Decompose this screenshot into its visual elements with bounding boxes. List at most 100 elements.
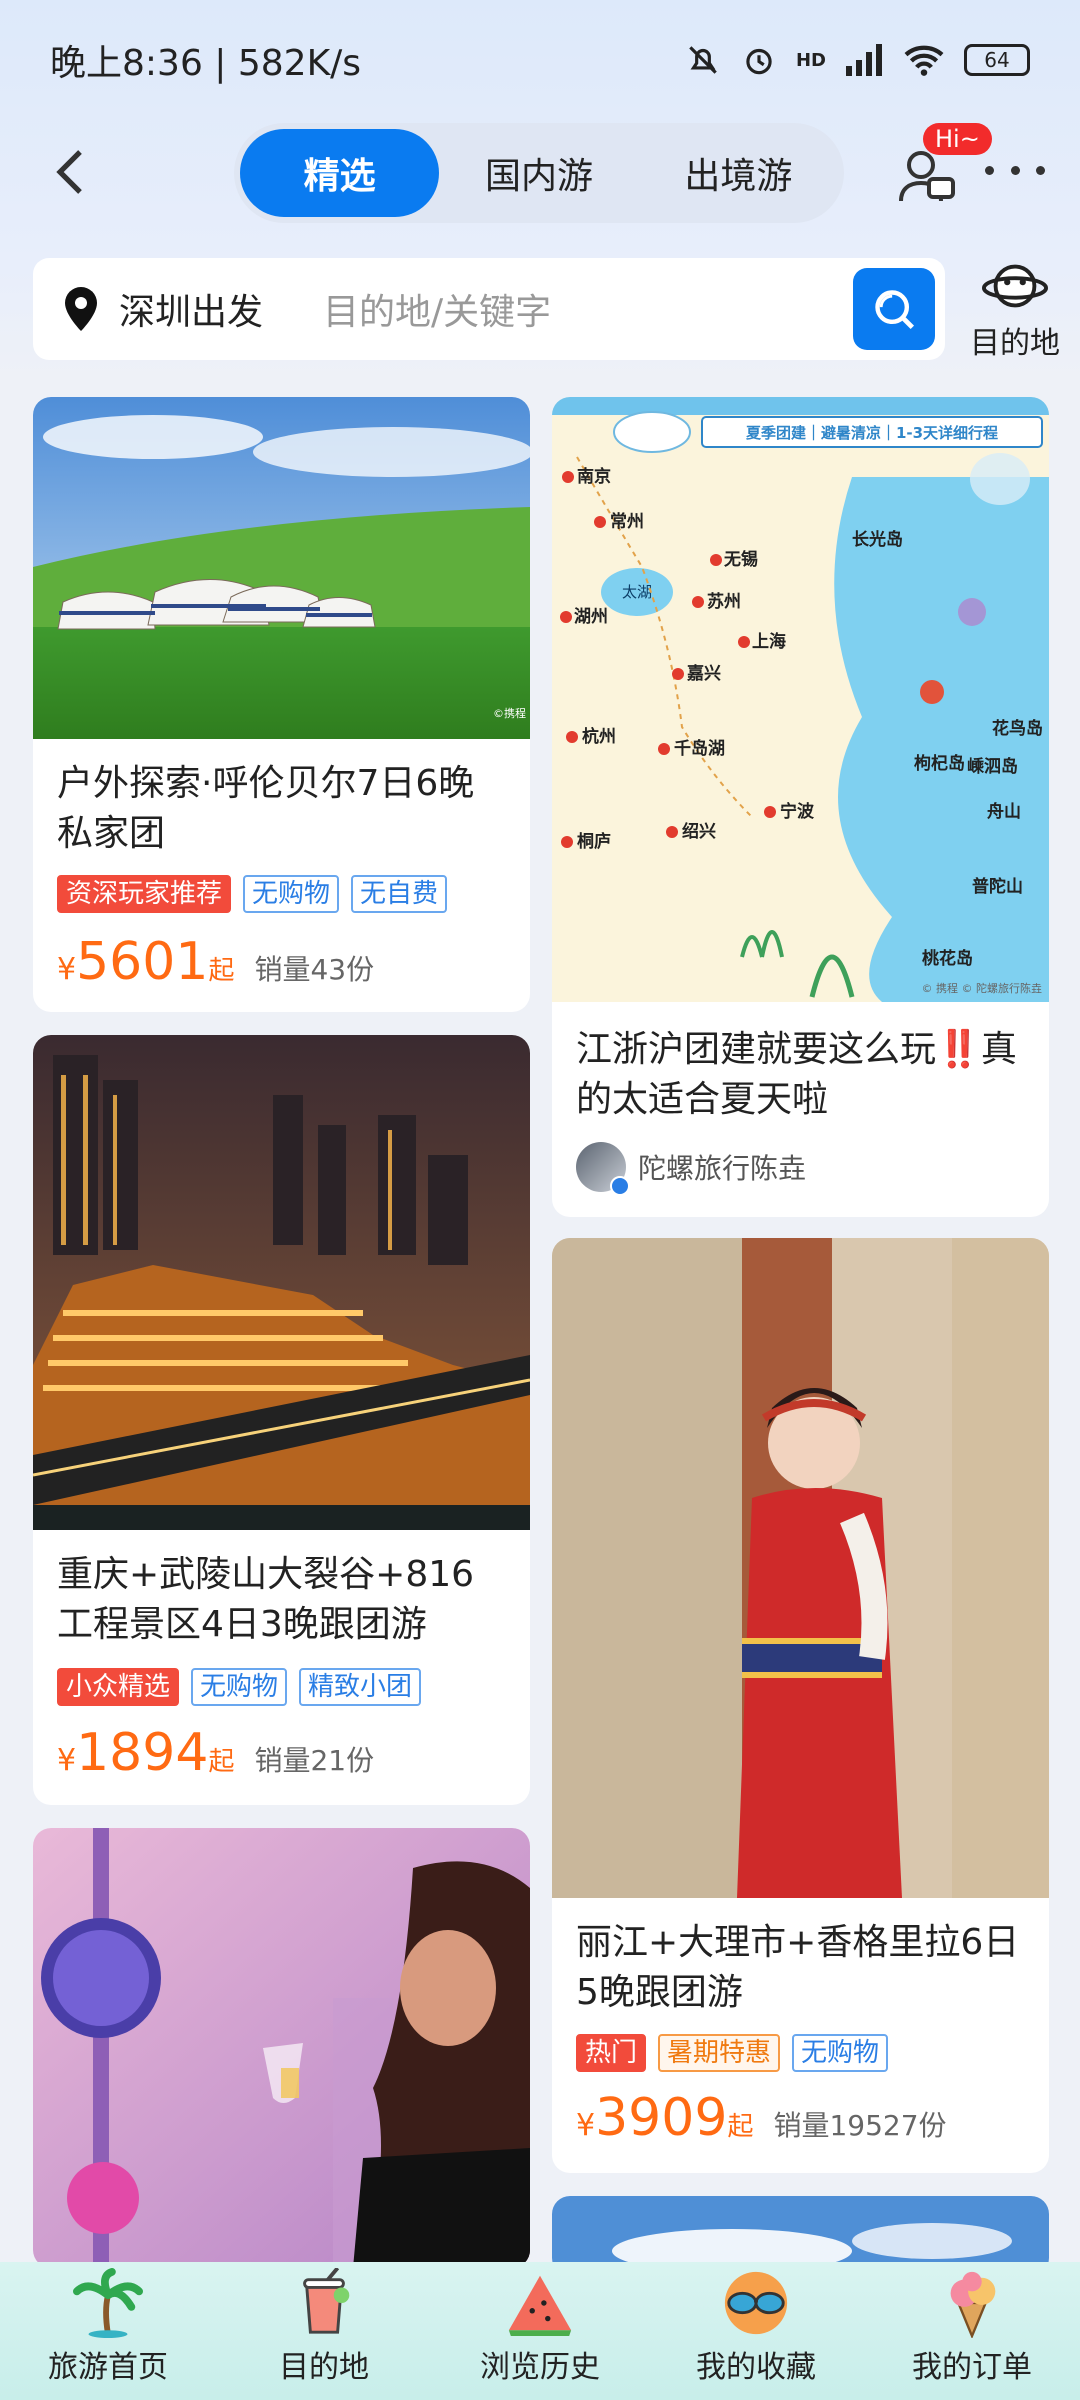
status-bar: 晚上8:36 | 582K/s HD 64	[0, 0, 1080, 120]
hi-badge: Hi~	[923, 123, 992, 155]
mute-bell-icon	[689, 46, 717, 74]
price-row: ¥ 3909 起 销量19527份	[576, 2088, 947, 2148]
guide-card-jiangzhehu[interactable]: 夏季团建｜避暑清凉｜1-3天详细行程 太湖 南京 常州 无锡 苏州 湖州 嘉兴 …	[552, 397, 1049, 1217]
product-card-hulunbuir[interactable]: ©携程 户外探索·呼伦贝尔7日6晚私家团 资深玩家推荐 无购物 无自费 ¥ 56…	[33, 397, 530, 1012]
price: 3909	[595, 2088, 728, 2148]
jiangzhehu-map-illustration: 夏季团建｜避暑清凉｜1-3天详细行程 太湖 南京 常州 无锡 苏州 湖州 嘉兴 …	[552, 397, 1049, 1002]
nav-label: 旅游首页	[48, 2350, 168, 2385]
alarm-icon	[746, 48, 772, 75]
battery-icon: 64	[964, 44, 1030, 76]
verified-icon	[610, 1176, 630, 1196]
status-icons: HD 64	[684, 41, 1030, 79]
tag-list: 热门 暑期特惠 无购物	[576, 2034, 889, 2072]
price-row: ¥ 5601 起 销量43份	[57, 932, 374, 992]
map-city: 枸杞岛	[914, 753, 965, 774]
product-card-shanghai[interactable]	[33, 1828, 530, 2268]
destination-button[interactable]: 目的地	[965, 258, 1065, 368]
nav-item-favorites[interactable]: 我的收藏	[656, 2268, 856, 2386]
status-time: 晚上8:36 | 582K/s	[50, 43, 362, 84]
search-input[interactable]: 目的地/关键字	[323, 283, 945, 335]
map-city: 上海	[752, 631, 786, 652]
tag: 资深玩家推荐	[57, 875, 232, 913]
shanghai-pearl-tower-photo	[33, 1828, 530, 2268]
more-options-button[interactable]	[985, 155, 1045, 185]
currency-symbol: ¥	[576, 2108, 596, 2143]
search-bar[interactable]: 深圳出发 目的地/关键字	[33, 258, 945, 360]
card-title: 重庆+武陵山大裂谷+816工程景区4日3晚跟团游	[57, 1554, 475, 1645]
price-row: ¥ 1894 起 销量21份	[57, 1723, 374, 1783]
tag: 无购物	[792, 2034, 889, 2072]
map-city: 普陀山	[972, 876, 1023, 897]
avatar	[576, 1142, 630, 1196]
map-city: 嵊泗岛	[967, 756, 1018, 777]
price-suffix: 起	[208, 1747, 235, 1777]
nav-item-orders[interactable]: 我的订单	[872, 2268, 1072, 2386]
chevron-left-icon	[56, 150, 82, 194]
map-city: 长光岛	[852, 529, 903, 550]
tag: 精致小团	[299, 1668, 422, 1706]
map-city: 宁波	[780, 801, 815, 822]
watermelon-icon	[508, 2275, 572, 2337]
map-city: 常州	[610, 511, 644, 532]
nav-item-destination[interactable]: 目的地	[224, 2268, 424, 2386]
drink-cup-icon	[303, 2268, 350, 2334]
nav-item-travel-home[interactable]: 旅游首页	[8, 2268, 208, 2386]
back-button[interactable]	[40, 142, 100, 202]
location-pin-icon	[65, 287, 97, 331]
signal-icon	[846, 44, 882, 76]
tag-list: 资深玩家推荐 无购物 无自费	[57, 875, 448, 913]
map-city: 嘉兴	[686, 663, 721, 684]
sales-count: 销量43份	[254, 953, 375, 986]
map-credit: © 携程 © 陀螺旅行陈垚	[922, 981, 1043, 995]
departure-city[interactable]: 深圳出发	[119, 283, 263, 335]
price: 5601	[76, 932, 209, 992]
tag: 无购物	[191, 1668, 288, 1706]
map-city: 杭州	[582, 726, 616, 747]
currency-symbol: ¥	[57, 1743, 77, 1778]
wifi-icon	[904, 45, 944, 76]
tag: 热门	[576, 2034, 647, 2072]
card-title: 江浙沪团建就要这么玩‼️真的太适合夏天啦	[576, 1029, 1017, 1120]
map-label: 太湖	[622, 583, 652, 601]
ice-cream-icon	[950, 2271, 996, 2338]
dot-icon	[1036, 165, 1045, 175]
destination-label: 目的地	[970, 326, 1060, 361]
tab-featured[interactable]: 精选	[240, 129, 440, 217]
planet-icon	[982, 264, 1048, 308]
nav-label: 我的订单	[912, 2350, 1032, 2385]
tab-domestic[interactable]: 国内游	[439, 129, 638, 217]
price: 1894	[76, 1723, 209, 1783]
tag: 小众精选	[57, 1668, 180, 1706]
tag: 无自费	[351, 875, 448, 913]
dot-icon	[1010, 165, 1020, 175]
category-tabs: 精选 国内游 出境游	[234, 123, 844, 223]
map-city: 苏州	[707, 591, 741, 612]
product-card-chongqing[interactable]: 重庆+武陵山大裂谷+816工程景区4日3晚跟团游 小众精选 无购物 精致小团 ¥…	[33, 1035, 530, 1805]
map-city: 湖州	[574, 607, 608, 627]
map-city: 无锡	[723, 549, 758, 570]
network-type: HD	[795, 49, 826, 71]
map-city: 花鸟岛	[992, 718, 1043, 739]
nav-item-history[interactable]: 浏览历史	[440, 2268, 640, 2386]
search-button[interactable]	[853, 268, 935, 350]
tag: 暑期特惠	[658, 2034, 781, 2072]
nav-label: 目的地	[279, 2350, 369, 2385]
map-city: 绍兴	[682, 821, 716, 842]
customer-service-button[interactable]: Hi~	[895, 123, 992, 215]
bottom-nav: 旅游首页 目的地 浏览历史 我的收藏 我的订单	[0, 2262, 1080, 2400]
nav-label: 浏览历史	[480, 2350, 600, 2385]
map-city: 桃花岛	[922, 948, 973, 969]
map-city: 桐庐	[577, 831, 611, 852]
price-suffix: 起	[208, 956, 235, 986]
sales-count: 销量19527份	[773, 2109, 947, 2142]
dot-icon	[985, 165, 994, 175]
yunnan-portrait-photo	[552, 1238, 1049, 1898]
card-title: 户外探索·呼伦贝尔7日6晚私家团	[57, 763, 475, 854]
palm-tree-icon	[73, 2268, 143, 2338]
top-nav: 精选 国内游 出境游 Hi~	[0, 120, 1080, 225]
nav-label: 我的收藏	[696, 2350, 816, 2385]
tab-outbound[interactable]: 出境游	[639, 129, 838, 217]
card-title: 丽江+大理市+香格里拉6日5晚跟团游	[576, 1922, 1020, 2013]
yurt-grassland-photo: ©携程	[33, 397, 530, 739]
product-card-lijiang[interactable]: 丽江+大理市+香格里拉6日5晚跟团游 热门 暑期特惠 无购物 ¥ 3909 起 …	[552, 1238, 1049, 2173]
